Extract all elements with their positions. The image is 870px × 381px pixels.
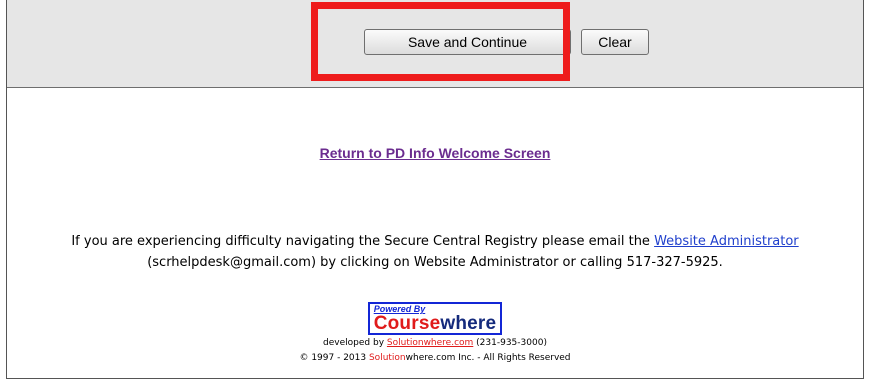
help-line-2: (scrhelpdesk@gmail.com) by clicking on W… — [147, 255, 723, 270]
copyright-solution: Solution — [368, 353, 406, 363]
copyright-line: © 1997 - 2013 Solutionwhere.com Inc. - A… — [7, 352, 863, 365]
help-line-1-text: If you are experiencing difficulty navig… — [71, 234, 650, 249]
clear-button[interactable]: Clear — [581, 29, 649, 55]
coursewhere-wordmark: Coursewhere — [374, 314, 497, 333]
button-bar: Save and Continue Clear — [7, 0, 863, 88]
solutionwhere-link[interactable]: Solutionwhere.com — [387, 338, 473, 348]
developer-phone: (231-935-3000) — [476, 338, 547, 348]
save-and-continue-button[interactable]: Save and Continue — [364, 29, 571, 55]
return-to-welcome-link[interactable]: Return to PD Info Welcome Screen — [320, 145, 551, 161]
logo-where: where — [440, 313, 497, 334]
page-frame: Save and Continue Clear Return to PD Inf… — [6, 0, 864, 379]
help-text: If you are experiencing difficulty navig… — [7, 231, 863, 273]
copyright-prefix: © 1997 - 2013 — [299, 353, 367, 363]
website-administrator-link[interactable]: Website Administrator — [654, 234, 799, 249]
copyright-suffix: where.com Inc. - All Rights Reserved — [405, 353, 571, 363]
return-link-container: Return to PD Info Welcome Screen — [7, 145, 863, 161]
coursewhere-logo[interactable]: Powered By Coursewhere — [367, 302, 503, 335]
help-line-1: If you are experiencing difficulty navig… — [7, 231, 863, 252]
developed-by-line: developed by Solutionwhere.com (231-935-… — [7, 337, 863, 350]
footer: Powered By Coursewhere developed by Solu… — [7, 302, 863, 365]
developed-by-text: developed by — [323, 338, 385, 348]
logo-course: Course — [373, 313, 441, 334]
